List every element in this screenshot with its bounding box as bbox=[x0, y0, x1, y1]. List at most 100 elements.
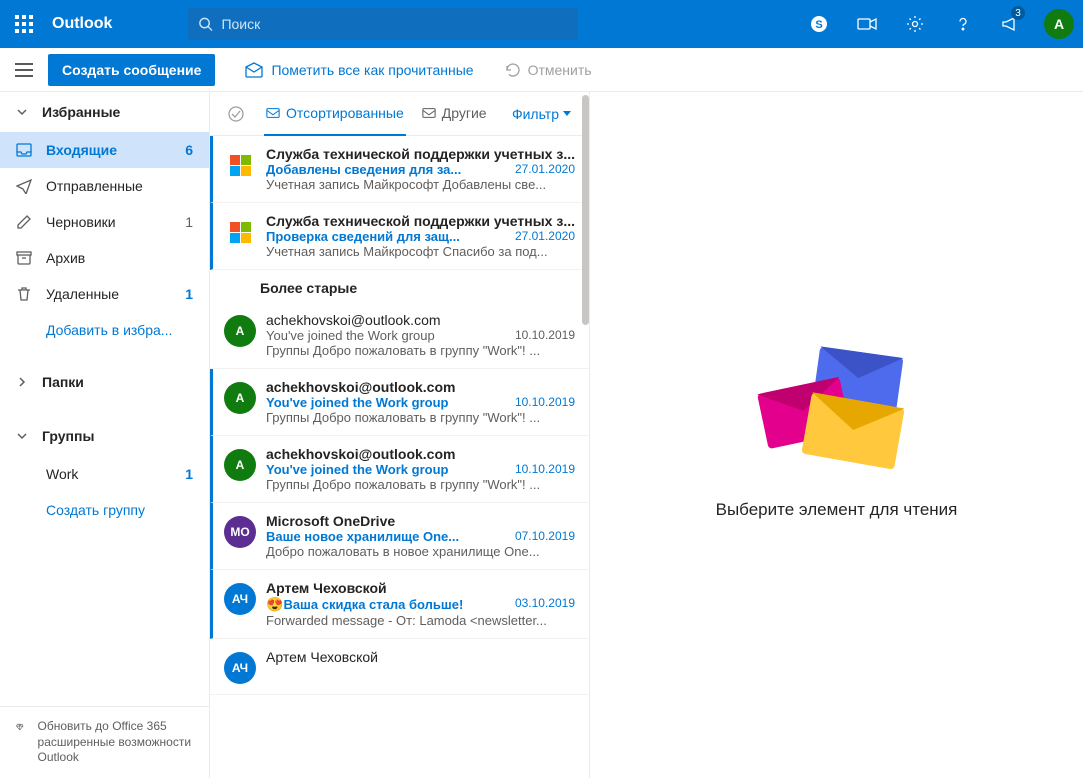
message-item[interactable]: АЧАртем Чеховской bbox=[210, 639, 589, 695]
message-date: 10.10.2019 bbox=[515, 462, 575, 477]
account-button[interactable]: A bbox=[1035, 0, 1083, 48]
message-body: Служба технической поддержки учетных з..… bbox=[266, 146, 575, 192]
message-avatar: A bbox=[224, 449, 256, 481]
message-subject: 😍Ваша скидка стала больше! bbox=[266, 596, 463, 613]
notification-badge: 3 bbox=[1011, 6, 1025, 20]
undo-button: Отменить bbox=[504, 62, 592, 78]
sidebar-item-label: Отправленные bbox=[46, 178, 193, 194]
search-input[interactable] bbox=[221, 16, 568, 32]
sidebar-section-groups[interactable]: Группы bbox=[0, 416, 209, 456]
message-date: 07.10.2019 bbox=[515, 529, 575, 544]
favorites-label: Избранные bbox=[42, 104, 120, 120]
sidebar-item-inbox[interactable]: Входящие 6 bbox=[0, 132, 209, 168]
message-body: achekhovskoi@outlook.comYou've joined th… bbox=[266, 312, 575, 358]
message-avatar bbox=[224, 216, 256, 248]
select-all[interactable] bbox=[218, 105, 254, 123]
sidebar-item-sent[interactable]: Отправленные bbox=[0, 168, 209, 204]
message-list-header: Отсортированные Другие Фильтр bbox=[210, 92, 589, 136]
sidebar-create-group[interactable]: Создать группу bbox=[0, 492, 209, 528]
filter-label: Фильтр bbox=[512, 106, 559, 122]
mark-all-read-label: Пометить все как прочитанные bbox=[271, 62, 473, 78]
reading-pane-hint: Выберите элемент для чтения bbox=[716, 500, 958, 520]
sidebar: Избранные Входящие 6 Отправленные Чернов… bbox=[0, 92, 210, 778]
message-body: achekhovskoi@outlook.comYou've joined th… bbox=[266, 446, 575, 492]
hamburger-icon bbox=[15, 63, 33, 77]
groups-label: Группы bbox=[42, 428, 94, 444]
nav-toggle[interactable] bbox=[0, 48, 48, 92]
sidebar-item-label: Создать группу bbox=[46, 502, 193, 518]
sidebar-item-label: Черновики bbox=[46, 214, 171, 230]
folders-label: Папки bbox=[42, 374, 84, 390]
sidebar-item-group-work[interactable]: Work 1 bbox=[0, 456, 209, 492]
sidebar-section-folders[interactable]: Папки bbox=[0, 362, 209, 402]
diamond-icon bbox=[16, 719, 24, 735]
send-icon bbox=[16, 178, 32, 194]
mail-icon bbox=[422, 106, 436, 120]
sidebar-item-label: Входящие bbox=[46, 142, 171, 158]
filter-button[interactable]: Фильтр bbox=[512, 106, 571, 122]
message-body: Артем Чеховской😍Ваша скидка стала больше… bbox=[266, 580, 575, 628]
message-from: Служба технической поддержки учетных з..… bbox=[266, 213, 575, 229]
message-from: Артем Чеховской bbox=[266, 580, 575, 596]
tab-label: Отсортированные bbox=[286, 105, 404, 121]
sidebar-item-label: Work bbox=[46, 466, 171, 482]
tab-label: Другие bbox=[442, 105, 487, 121]
sidebar-item-count: 1 bbox=[185, 214, 193, 230]
upgrade-banner[interactable]: Обновить до Office 365 расширенные возмо… bbox=[0, 706, 209, 778]
message-item[interactable]: МО Microsoft OneDriveВаше новое хранилище… bbox=[210, 503, 589, 570]
trash-icon bbox=[16, 286, 32, 302]
message-item[interactable]: АЧ Артем Чеховской😍Ваша скидка стала боль… bbox=[210, 570, 589, 639]
sidebar-item-label: Добавить в избра... bbox=[46, 322, 193, 338]
tab-focused[interactable]: Отсортированные bbox=[264, 92, 406, 136]
skype-button[interactable]: S bbox=[795, 0, 843, 48]
mark-all-read-button[interactable]: Пометить все как прочитанные bbox=[245, 62, 473, 78]
message-avatar: МО bbox=[224, 516, 256, 548]
message-preview: Учетная запись Майкрософт Добавлены све.… bbox=[266, 177, 575, 192]
message-from: achekhovskoi@outlook.com bbox=[266, 379, 575, 395]
whatsnew-button[interactable]: 3 bbox=[987, 0, 1035, 48]
message-date: 27.01.2020 bbox=[515, 162, 575, 177]
search-box[interactable] bbox=[188, 8, 578, 40]
settings-button[interactable] bbox=[891, 0, 939, 48]
chevron-down-icon bbox=[563, 111, 571, 116]
message-from: achekhovskoi@outlook.com bbox=[266, 446, 575, 462]
app-launcher[interactable] bbox=[0, 0, 48, 48]
empty-state-illustration bbox=[762, 350, 912, 470]
sidebar-item-archive[interactable]: Архив bbox=[0, 240, 209, 276]
chevron-right-icon bbox=[16, 376, 28, 388]
message-item[interactable]: Aachekhovskoi@outlook.comYou've joined t… bbox=[210, 369, 589, 436]
reading-pane: Выберите элемент для чтения bbox=[590, 92, 1083, 778]
message-date: 03.10.2019 bbox=[515, 596, 575, 613]
message-from: Служба технической поддержки учетных з..… bbox=[266, 146, 575, 162]
toolbar: Создать сообщение Пометить все как прочи… bbox=[0, 48, 1083, 92]
message-subject: Проверка сведений для защ... bbox=[266, 229, 460, 244]
message-item[interactable]: Служба технической поддержки учетных з..… bbox=[210, 136, 589, 203]
message-body: Microsoft OneDriveВаше новое хранилище O… bbox=[266, 513, 575, 559]
message-preview: Группы Добро пожаловать в группу "Work"!… bbox=[266, 343, 575, 358]
message-list: Отсортированные Другие Фильтр Служба тех… bbox=[210, 92, 590, 778]
inbox-icon bbox=[266, 106, 280, 120]
message-item[interactable]: Aachekhovskoi@outlook.comYou've joined t… bbox=[210, 436, 589, 503]
message-preview: Группы Добро пожаловать в группу "Work"!… bbox=[266, 410, 575, 425]
help-button[interactable] bbox=[939, 0, 987, 48]
compose-button[interactable]: Создать сообщение bbox=[48, 54, 215, 86]
message-subject: You've joined the Work group bbox=[266, 462, 448, 477]
message-avatar: АЧ bbox=[224, 583, 256, 615]
sidebar-section-favorites[interactable]: Избранные bbox=[0, 92, 209, 132]
avatar: A bbox=[1044, 9, 1074, 39]
message-body: Артем Чеховской bbox=[266, 649, 575, 684]
message-avatar: A bbox=[224, 315, 256, 347]
message-date: 10.10.2019 bbox=[515, 395, 575, 410]
teams-button[interactable] bbox=[843, 0, 891, 48]
message-item[interactable]: Aachekhovskoi@outlook.comYou've joined t… bbox=[210, 302, 589, 369]
message-item[interactable]: Служба технической поддержки учетных з..… bbox=[210, 203, 589, 270]
undo-icon bbox=[504, 62, 520, 78]
sidebar-item-label: Архив bbox=[46, 250, 193, 266]
sidebar-add-favorite[interactable]: Добавить в избра... bbox=[0, 312, 209, 348]
teams-icon bbox=[857, 15, 877, 33]
circle-icon bbox=[227, 105, 245, 123]
sidebar-item-drafts[interactable]: Черновики 1 bbox=[0, 204, 209, 240]
sidebar-item-deleted[interactable]: Удаленные 1 bbox=[0, 276, 209, 312]
inbox-icon bbox=[16, 142, 32, 158]
tab-other[interactable]: Другие bbox=[420, 92, 489, 136]
